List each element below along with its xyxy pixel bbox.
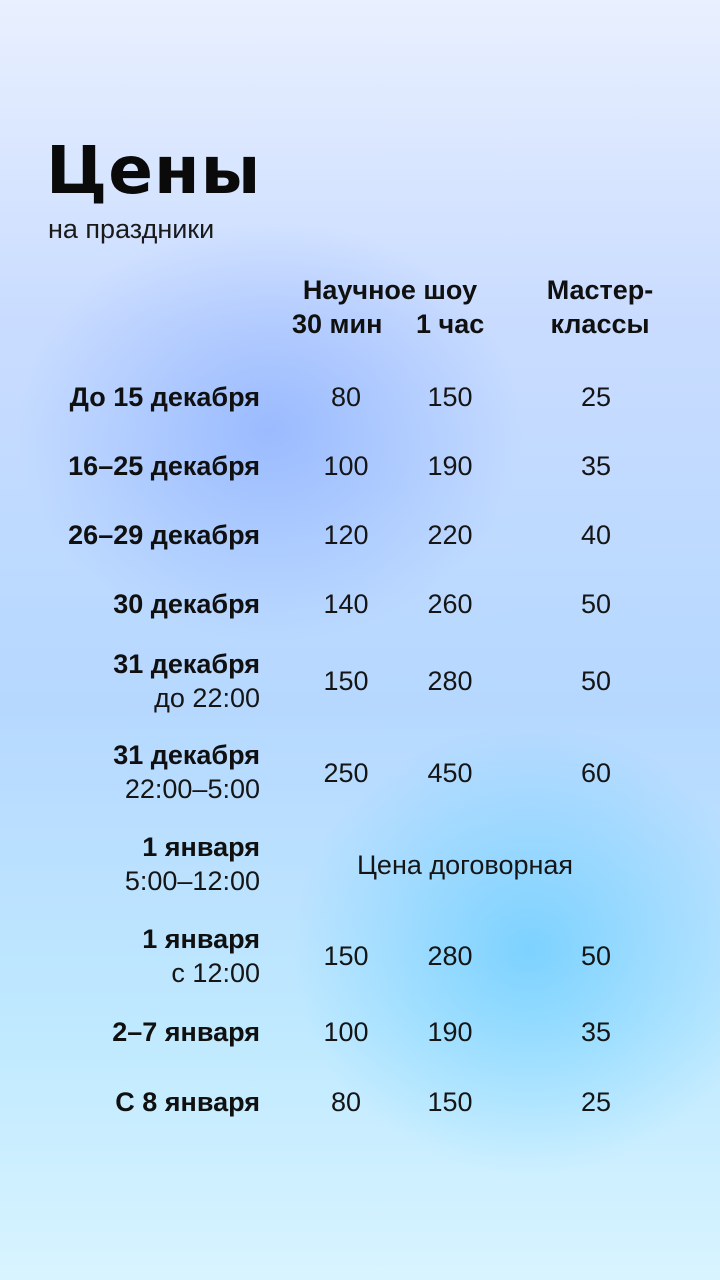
price-table: До 15 декабря 80 150 25 16–25 декабря 10… bbox=[0, 0, 720, 1280]
price-show-60: 260 bbox=[427, 589, 473, 619]
row-time-label: с 12:00 bbox=[171, 958, 260, 988]
price-master-class: 35 bbox=[580, 1017, 612, 1047]
price-master-class: 25 bbox=[580, 382, 612, 412]
price-master-class: 25 bbox=[580, 1087, 612, 1117]
price-show-30: 80 bbox=[330, 382, 362, 412]
price-show-60: 190 bbox=[427, 1017, 473, 1047]
negotiable-price-note: Цена договорная bbox=[356, 850, 574, 880]
price-show-60: 150 bbox=[427, 1087, 473, 1117]
row-date-label: 2–7 января bbox=[112, 1017, 260, 1047]
row-time-label: 5:00–12:00 bbox=[124, 866, 260, 896]
row-date: 2–7 января bbox=[112, 1015, 260, 1049]
row-date: 30 декабря bbox=[113, 587, 260, 621]
price-show-30: 140 bbox=[323, 589, 369, 619]
row-date-label: 31 декабря bbox=[113, 740, 260, 770]
price-show-30: 100 bbox=[323, 1017, 369, 1047]
row-date: 31 декабря до 22:00 bbox=[113, 647, 260, 715]
row-time-label: 22:00–5:00 bbox=[124, 774, 260, 804]
price-show-60: 190 bbox=[427, 451, 473, 481]
row-date-label: 26–29 декабря bbox=[68, 520, 260, 550]
price-show-30: 100 bbox=[323, 451, 369, 481]
row-time-label: до 22:00 bbox=[154, 683, 260, 713]
row-date-label: 31 декабря bbox=[113, 649, 260, 679]
price-show-60: 450 bbox=[427, 758, 473, 788]
row-date: 26–29 декабря bbox=[68, 518, 260, 552]
row-date-label: 30 декабря bbox=[113, 589, 260, 619]
row-date: 31 декабря 22:00–5:00 bbox=[113, 738, 260, 806]
row-date-label: 1 января bbox=[142, 832, 260, 862]
row-date: 16–25 декабря bbox=[68, 449, 260, 483]
price-master-class: 35 bbox=[580, 451, 612, 481]
row-date-label: 1 января bbox=[142, 924, 260, 954]
row-date: С 8 января bbox=[115, 1085, 260, 1119]
row-date-label: До 15 декабря bbox=[69, 382, 260, 412]
price-show-30: 250 bbox=[323, 758, 369, 788]
price-show-60: 150 bbox=[427, 382, 473, 412]
row-date: До 15 декабря bbox=[70, 380, 260, 414]
row-date: 1 января 5:00–12:00 bbox=[125, 830, 260, 898]
row-date-label: С 8 января bbox=[115, 1087, 260, 1117]
row-date-label: 16–25 декабря bbox=[68, 451, 260, 481]
price-master-class: 50 bbox=[580, 589, 612, 619]
price-show-30: 150 bbox=[323, 941, 369, 971]
price-show-30: 150 bbox=[323, 666, 369, 696]
price-show-30: 120 bbox=[323, 520, 369, 550]
price-show-60: 280 bbox=[427, 666, 473, 696]
price-show-30: 80 bbox=[330, 1087, 362, 1117]
price-master-class: 50 bbox=[580, 666, 612, 696]
price-show-60: 220 bbox=[427, 520, 473, 550]
price-master-class: 60 bbox=[580, 758, 612, 788]
price-master-class: 50 bbox=[580, 941, 612, 971]
price-master-class: 40 bbox=[580, 520, 612, 550]
price-show-60: 280 bbox=[427, 941, 473, 971]
row-date: 1 января с 12:00 bbox=[142, 922, 260, 990]
